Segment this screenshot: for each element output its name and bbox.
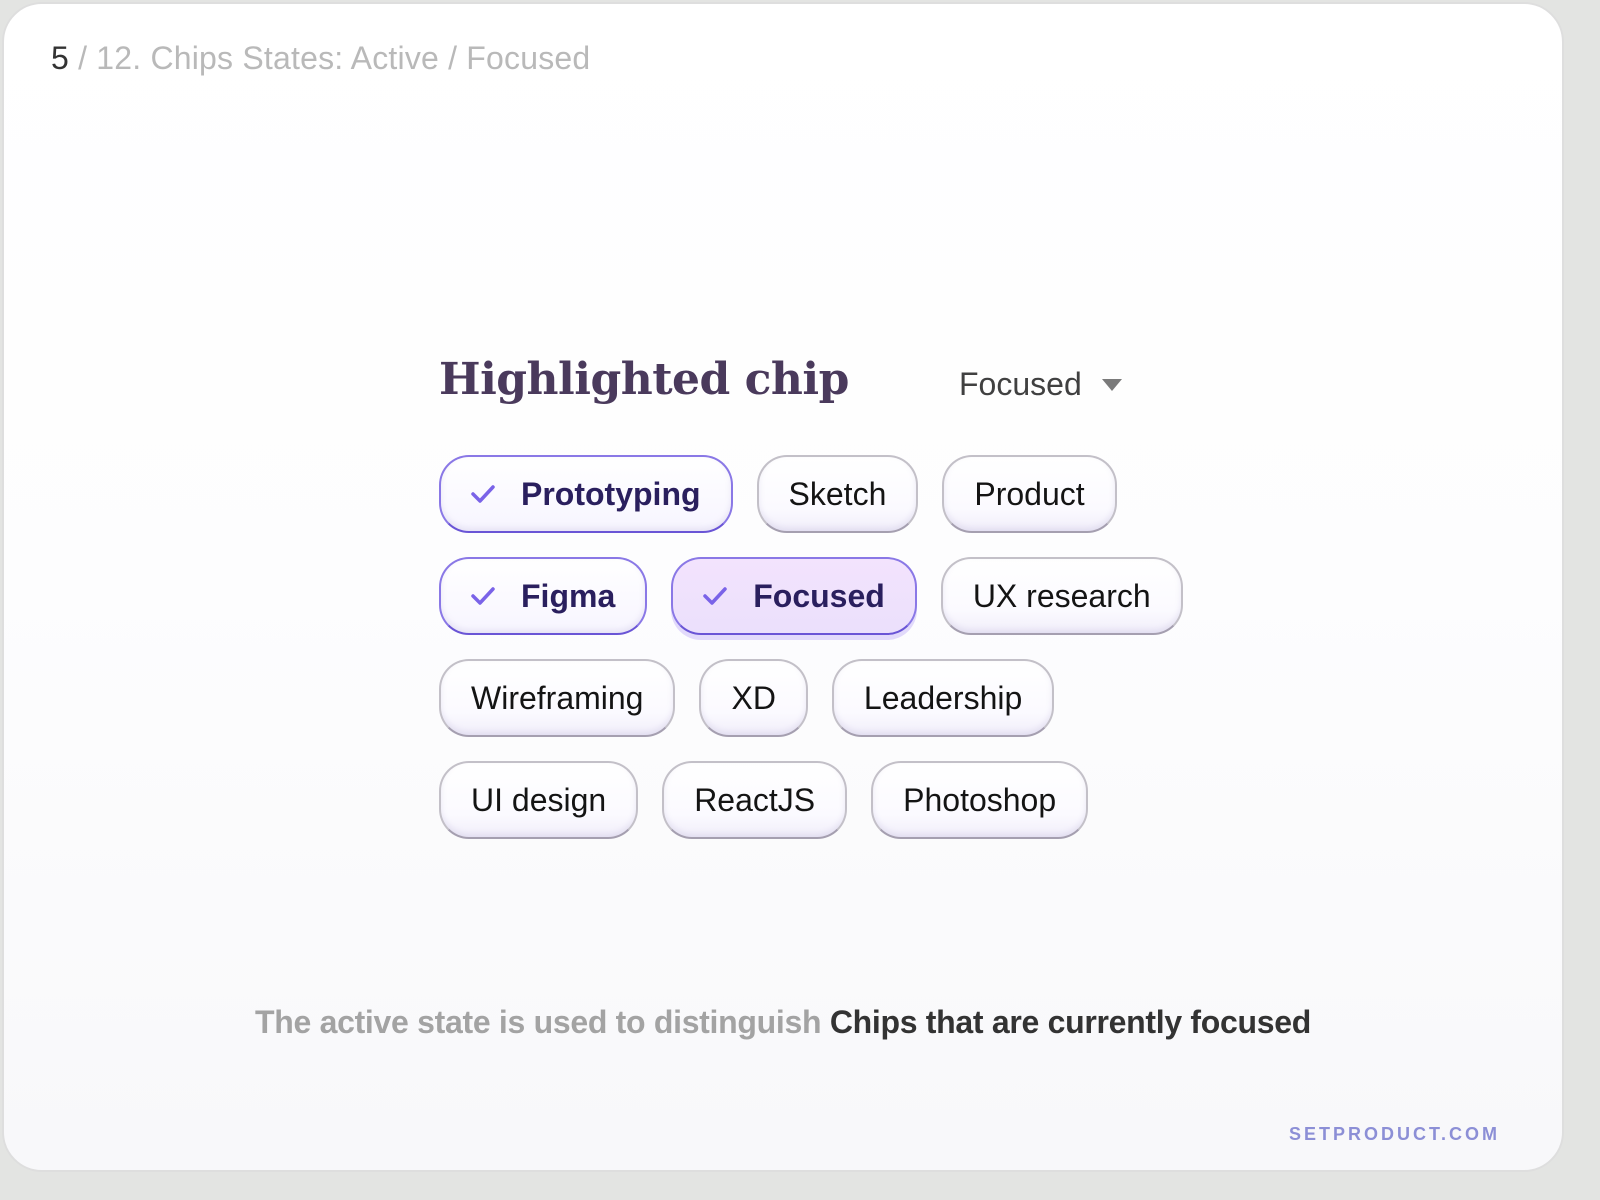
chip-ui-design[interactable]: UI design xyxy=(439,761,639,839)
check-icon xyxy=(471,587,495,605)
check-icon xyxy=(703,587,727,605)
chip-row: UI design ReactJS Photoshop xyxy=(439,761,1239,839)
chip-sketch[interactable]: Sketch xyxy=(756,455,919,533)
slide-frame: 5 / 12. Chips States: Active / Focused H… xyxy=(2,2,1564,1172)
chip-xd[interactable]: XD xyxy=(699,659,808,737)
breadcrumb: 5 / 12. Chips States: Active / Focused xyxy=(51,40,590,77)
chip-label: Product xyxy=(974,475,1085,512)
state-dropdown-value: Focused xyxy=(959,366,1082,402)
chip-ux-research[interactable]: UX research xyxy=(940,557,1183,635)
chip-label: ReactJS xyxy=(694,781,816,818)
chip-product[interactable]: Product xyxy=(942,455,1117,533)
chip-photoshop[interactable]: Photoshop xyxy=(871,761,1089,839)
chip-label: XD xyxy=(731,679,776,716)
chip-label: Prototyping xyxy=(521,475,701,512)
chip-focused[interactable]: Focused xyxy=(671,557,917,635)
caret-down-icon xyxy=(1101,378,1122,391)
chip-prototyping[interactable]: Prototyping xyxy=(439,455,733,533)
page-number: 5 xyxy=(51,40,69,76)
chip-label: Photoshop xyxy=(903,781,1057,818)
section-title: Highlighted chip xyxy=(439,354,849,405)
chip-figma[interactable]: Figma xyxy=(439,557,648,635)
chip-label: Wireframing xyxy=(471,679,644,716)
chip-label: UI design xyxy=(471,781,607,818)
chip-label: UX research xyxy=(972,577,1151,614)
chip-label: Leadership xyxy=(863,679,1023,716)
brand-link[interactable]: SETPRODUCT.COM xyxy=(1289,1124,1500,1145)
chip-label: Figma xyxy=(521,577,616,614)
chip-reactjs[interactable]: ReactJS xyxy=(662,761,848,839)
chip-leadership[interactable]: Leadership xyxy=(831,659,1055,737)
chip-group: Prototyping Sketch Product Figma Focused… xyxy=(439,455,1239,863)
caption-muted: The active state is used to distinguish xyxy=(255,1004,830,1040)
chip-row: Figma Focused UX research xyxy=(439,557,1239,635)
check-icon xyxy=(471,485,495,503)
caption: The active state is used to distinguish … xyxy=(4,1004,1562,1041)
state-dropdown[interactable]: Focused xyxy=(959,366,1122,403)
chip-wireframing[interactable]: Wireframing xyxy=(439,659,676,737)
chip-label: Sketch xyxy=(788,475,887,512)
chip-row: Prototyping Sketch Product xyxy=(439,455,1239,533)
caption-strong: Chips that are currently focused xyxy=(829,1004,1311,1040)
chip-row: Wireframing XD Leadership xyxy=(439,659,1239,737)
page-title: / 12. Chips States: Active / Focused xyxy=(69,40,591,76)
chip-label: Focused xyxy=(753,577,885,614)
